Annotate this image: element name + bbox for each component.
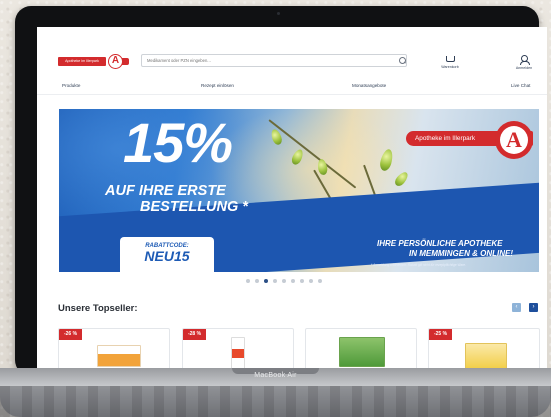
coupon-code: NEU15 — [144, 248, 190, 264]
product-card[interactable]: -26 % — [58, 328, 170, 372]
chevron-right-icon[interactable]: › — [529, 303, 538, 312]
carousel-dot[interactable] — [291, 279, 295, 283]
banner-tagline-1: IHRE PERSÖNLICHE APOTHEKE — [377, 239, 503, 248]
carousel-dot[interactable] — [273, 279, 277, 283]
laptop-keyboard-edge — [0, 386, 551, 417]
product-image — [465, 343, 507, 369]
browser-screen: Apotheke im Illerpark A Warenkorb Anmeld… — [37, 27, 547, 372]
login-button[interactable]: Anmelden — [507, 54, 541, 74]
carousel-dot[interactable] — [318, 279, 322, 283]
pharmacy-logo[interactable]: Apotheke im Illerpark A — [58, 54, 133, 69]
carousel-dot[interactable] — [300, 279, 304, 283]
cart-icon — [445, 56, 455, 62]
topseller-heading: Unsere Topseller: — [58, 303, 138, 314]
carousel-dot[interactable] — [246, 279, 250, 283]
coupon-box: RABATTCODE: NEU15 — [120, 237, 214, 272]
pharmacy-a-icon: A — [500, 126, 528, 154]
discount-badge: -26 % — [59, 329, 82, 340]
product-card[interactable]: -28 % — [182, 328, 294, 372]
product-card[interactable] — [305, 328, 417, 372]
banner-tagline-2: IN MEMMINGEN & ONLINE! — [409, 249, 513, 258]
carousel-dot[interactable] — [255, 279, 259, 283]
promo-banner[interactable]: 15% AUF IHRE ERSTE BESTELLUNG * RABATTCO… — [59, 109, 539, 272]
leaf — [378, 147, 395, 173]
product-card[interactable]: -25 % — [428, 328, 540, 372]
nav-item-produkte[interactable]: Produkte — [62, 83, 80, 88]
carousel-dot[interactable] — [282, 279, 286, 283]
banner-headline-1: AUF IHRE ERSTE — [105, 183, 226, 199]
leaf — [290, 147, 305, 167]
banner-footnote: * Anmeldung erforderlich. Rabatt gilt ni… — [371, 263, 466, 267]
main-nav: Produkte Rezept einlösen Monatsangebote … — [37, 80, 547, 92]
discount-percent: 15% — [123, 111, 233, 174]
webcam — [277, 12, 280, 15]
pharmacy-badge: A — [495, 121, 533, 159]
product-image — [339, 337, 385, 367]
product-image — [97, 345, 141, 367]
chevron-left-icon[interactable]: ‹ — [512, 303, 521, 312]
laptop-hinge: MacBook Air — [0, 368, 551, 386]
leaf — [316, 158, 329, 176]
search-input[interactable] — [141, 54, 407, 67]
user-icon — [519, 55, 530, 65]
search-icon[interactable] — [399, 57, 406, 64]
nav-item-monatsangebote[interactable]: Monatsangebote — [352, 83, 386, 88]
banner-headline-2: BESTELLUNG * — [140, 199, 248, 215]
product-image — [231, 337, 245, 372]
laptop-bezel: Apotheke im Illerpark A Warenkorb Anmeld… — [15, 6, 547, 376]
logo-tail — [122, 58, 129, 65]
leaf — [392, 169, 411, 189]
carousel-dot-active[interactable] — [264, 279, 268, 283]
laptop-base: MacBook Air — [0, 368, 551, 417]
carousel-dot[interactable] — [309, 279, 313, 283]
cart-label: Warenkorb — [441, 65, 459, 69]
discount-badge: -28 % — [183, 329, 206, 340]
nav-item-rezept[interactable]: Rezept einlösen — [201, 83, 234, 88]
login-label: Anmelden — [515, 66, 533, 70]
laptop-model-label: MacBook Air — [254, 372, 297, 379]
discount-badge: -25 % — [429, 329, 452, 340]
nav-divider — [37, 94, 547, 95]
branch — [268, 119, 357, 189]
logo-wordmark: Apotheke im Illerpark — [58, 57, 106, 66]
cart-button[interactable]: Warenkorb — [433, 54, 467, 74]
pharmacy-a-icon: A — [108, 54, 123, 69]
nav-item-live-chat[interactable]: Live Chat — [511, 83, 530, 88]
